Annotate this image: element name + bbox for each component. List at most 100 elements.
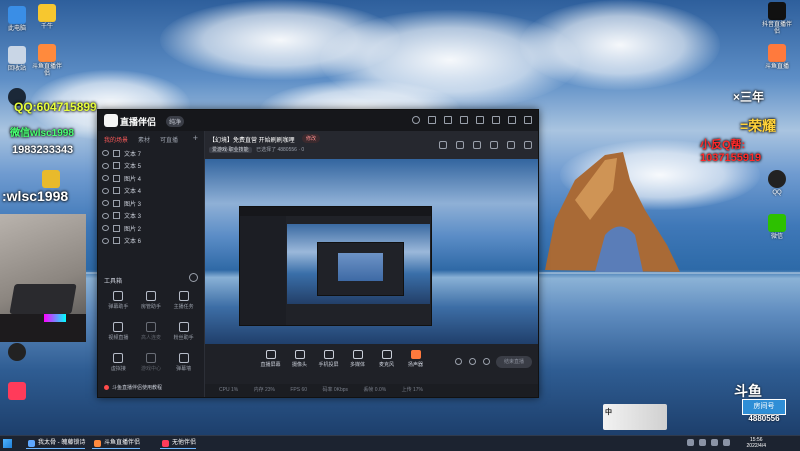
lock-icon[interactable] [490,141,498,149]
speaker-icon [410,350,421,359]
camera-button[interactable]: 摄像头 [289,350,310,368]
tool-co-streaming[interactable]: 高人连麦 [135,322,168,341]
source-row[interactable]: 图片 3 [102,197,200,210]
qq-penguin-icon [8,343,26,361]
go-live-button[interactable]: 结束直播 [496,356,532,368]
wechat-icon [768,214,786,232]
cart-icon[interactable] [456,141,464,149]
taskbar-item-douyu-companion[interactable]: 斗鱼直播伴侣 [92,438,141,449]
desktop-icon-wuta[interactable] [0,382,34,402]
gamepad-icon [145,353,156,363]
menu-icon[interactable] [476,116,484,124]
source-row[interactable]: 图片 4 [102,172,200,185]
edit-title-button[interactable]: 修改 [302,134,321,143]
desktop-icon-douyu[interactable]: 斗鱼直播 [760,44,794,71]
tool-fans-assistant[interactable]: 粉丝助手 [167,322,200,341]
taskbar-item-wuta[interactable]: 无他伴侣 [160,438,197,449]
media-button[interactable]: 多媒体 [347,350,368,368]
qq-number-left-overlay: 1983233343 [12,144,74,156]
source-row[interactable]: 文本 4 [102,185,200,198]
gift-icon[interactable] [439,141,447,149]
toolbox-grid: 弹幕助手 房管助手 主播任务 视频直播 高人连麦 粉丝助手 虚拟接 游戏中心 弹… [102,291,200,372]
collapse-icon[interactable] [189,273,198,282]
webcam-overlay [0,214,86,342]
taskbar-item-music[interactable]: 我太骨 - 魄藤锁诗 [26,438,86,449]
shield-icon[interactable] [723,439,730,446]
source-list: 文本 7 文本 5 图片 4 文本 4 图片 3 文本 3 图片 2 文本 6 [102,147,200,247]
wall-icon [178,353,189,363]
douyu-companion-icon [38,44,56,62]
user-avatar-icon[interactable] [412,116,420,124]
tab-live[interactable]: 可直播 [160,135,178,144]
tool-room-admin[interactable]: 房管助手 [135,291,168,310]
desktop-icon-this-pc[interactable]: 此电脑 [0,6,34,33]
close-icon[interactable] [524,116,532,124]
minimize-icon[interactable] [492,116,500,124]
play-icon [352,350,363,359]
timer-icon[interactable] [469,358,476,365]
share-icon[interactable] [524,141,532,149]
add-source-icon[interactable]: + [193,133,198,143]
version-badge[interactable]: 纯净 [166,116,185,127]
desktop-icon-qianniu[interactable]: 千牛 [30,4,64,31]
windows-start-icon[interactable] [3,439,12,448]
network-icon[interactable] [687,439,694,446]
tool-video-live[interactable]: 视频直播 [102,322,135,341]
eye-icon[interactable] [102,187,109,194]
message-icon[interactable] [444,116,452,124]
tutorial-link[interactable]: 斗鱼直播伴侣使用教程 [104,384,162,391]
phone-icon [323,350,334,359]
right-qq-label-overlay: 小反Q帮: [700,139,746,151]
source-row[interactable]: 文本 3 [102,210,200,223]
desktop-icon-qq-left[interactable] [0,343,34,363]
source-row[interactable]: 图片 2 [102,222,200,235]
desktop-icon-cf[interactable] [34,170,68,190]
eye-icon[interactable] [102,162,109,169]
eye-icon[interactable] [102,212,109,219]
tool-game-center[interactable]: 游戏中心 [135,353,168,372]
settings-icon[interactable] [460,116,468,124]
tool-danmaku-assistant[interactable]: 弹幕助手 [102,291,135,310]
bell-icon[interactable] [507,141,515,149]
stream-preview[interactable] [205,159,538,344]
record-icon[interactable] [455,358,462,365]
desktop-icon-douyu-companion[interactable]: 斗鱼直播伴侣 [30,44,64,78]
desktop-icon-recycle-bin[interactable]: 回收站 [0,46,34,73]
maximize-icon[interactable] [508,116,516,124]
room-label-watermark: 房间号 [742,399,786,415]
eye-icon[interactable] [102,175,109,182]
desktop-icon-tiktok-companion[interactable]: 抖音直播伴侣 [760,2,794,36]
desktop-icon-qq[interactable]: QQ [760,170,794,197]
source-row[interactable]: 文本 6 [102,235,200,248]
text-icon [113,212,120,220]
speaker-button[interactable]: 扬声器 [405,350,426,368]
eye-icon[interactable] [102,237,109,244]
input-method-icon[interactable] [711,439,718,446]
volume-icon[interactable] [699,439,706,446]
category-chip[interactable]: 爱游戏·职业技能 [209,147,252,153]
desktop-icon-wechat[interactable]: 微信 [760,214,794,241]
screen-capture-button[interactable]: 直播屏幕 [260,350,281,368]
eye-icon[interactable] [102,225,109,232]
eye-icon[interactable] [102,150,109,157]
app-logo [104,114,118,127]
tool-danmaku-wall[interactable]: 弹幕墙 [167,353,200,372]
title-bar: 直播伴侣 纯净 [98,110,538,131]
source-row[interactable]: 文本 7 [102,147,200,160]
source-row[interactable]: 文本 5 [102,160,200,173]
mail-icon[interactable] [428,116,436,124]
tool-streamer-tasks[interactable]: 主播任务 [167,291,200,310]
chart-icon[interactable] [473,141,481,149]
clock[interactable]: 15:56 2022/4/4 [747,437,766,449]
gear-icon[interactable] [483,358,490,365]
eye-icon[interactable] [102,200,109,207]
phone-cast-button[interactable]: 手机投屏 [318,350,339,368]
image-icon [113,199,120,207]
main-panel: 【幻境】免费直营 开始刷刷咖哩 修改 爱游戏·职业技能 已选择了 4880556… [205,131,538,397]
tool-virtual[interactable]: 虚拟接 [102,353,135,372]
tab-scenes[interactable]: 我的场景 [104,135,128,144]
tab-materials[interactable]: 素材 [138,135,150,144]
crossfire-icon [42,170,60,188]
microphone-button[interactable]: 麦克风 [376,350,397,368]
sticker-overlay: 中 [603,404,667,430]
